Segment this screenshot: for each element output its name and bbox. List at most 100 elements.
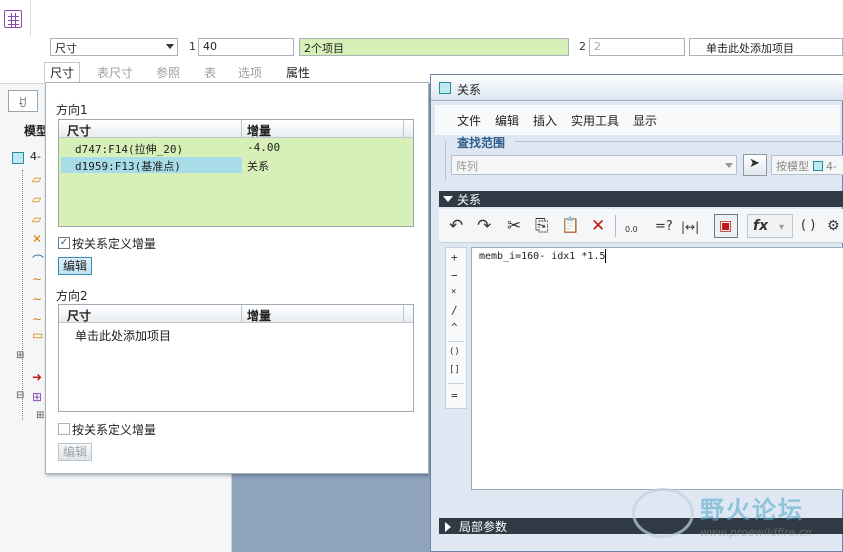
- datum-plane-icon[interactable]: ▱: [32, 212, 41, 226]
- curve-icon[interactable]: ∼: [32, 292, 42, 306]
- table-header: 尺寸 增量: [59, 120, 413, 138]
- part-icon: [812, 161, 823, 171]
- relation-text[interactable]: memb_i=160- idx1 *1.5: [479, 251, 605, 262]
- chevron-down-icon: [166, 44, 174, 49]
- copy-icon[interactable]: ⎘: [535, 216, 549, 236]
- tab-references[interactable]: 参照: [156, 64, 180, 81]
- by-model-select[interactable]: 按模型 4-: [771, 155, 843, 175]
- scope-select[interactable]: 阵列: [451, 155, 737, 175]
- datum-plane-icon[interactable]: ▱: [32, 172, 41, 186]
- brackets-icon[interactable]: ( ): [801, 218, 815, 233]
- menu-edit[interactable]: 编辑: [495, 112, 519, 129]
- dialog-titlebar[interactable]: [431, 75, 843, 101]
- menu-utilities[interactable]: 实用工具: [571, 112, 619, 129]
- group-frame: [445, 141, 446, 181]
- dir2-count-input[interactable]: 2: [589, 38, 685, 56]
- pattern-icon[interactable]: ⊞: [32, 390, 42, 404]
- dir2-relation-checkbox[interactable]: [58, 423, 70, 435]
- csys-icon[interactable]: ✕: [32, 232, 42, 246]
- watermark-url: www.proewildfire.cn: [700, 526, 812, 539]
- paste-icon[interactable]: 📋: [561, 216, 580, 234]
- header-stub: [403, 120, 413, 138]
- direction2-table[interactable]: 尺寸 增量 单击此处添加项目: [58, 304, 414, 412]
- expand-arrow-icon[interactable]: [445, 522, 451, 532]
- curve-icon[interactable]: ∼: [32, 312, 42, 326]
- dir2-relation-label: 按关系定义增量: [72, 423, 157, 437]
- table-row[interactable]: d747:F14(拉伸_20) -4.00: [61, 140, 401, 156]
- chevron-down-icon: [725, 163, 733, 168]
- menu-file[interactable]: 文件: [457, 112, 481, 129]
- column-dimension: 尺寸: [67, 124, 92, 138]
- expand-icon[interactable]: ⊞: [36, 410, 44, 421]
- minus-operator[interactable]: −: [451, 269, 458, 282]
- parameters-icon[interactable]: ⚙: [827, 218, 840, 234]
- tab-dimensions[interactable]: 尺寸: [44, 62, 81, 82]
- dir2-index-label: 2: [579, 40, 586, 53]
- add-item-row[interactable]: 单击此处添加项目: [61, 326, 401, 343]
- expand-icon[interactable]: ⊞: [16, 350, 24, 361]
- divide-operator[interactable]: /: [451, 304, 458, 317]
- pattern-type-select[interactable]: 尺寸: [50, 38, 178, 56]
- group-frame: [515, 141, 843, 142]
- relations-icon: [439, 82, 451, 94]
- parentheses-operator[interactable]: (): [449, 347, 460, 357]
- dimension-value-icon[interactable]: 0.0: [625, 225, 638, 234]
- row-increment: -4.00: [247, 141, 281, 154]
- dir1-index-label: 1: [189, 40, 196, 53]
- dir1-count-input[interactable]: 40: [198, 38, 294, 56]
- relations-section-header[interactable]: [439, 191, 843, 207]
- table-header: 尺寸 增量: [59, 305, 413, 323]
- redo-icon[interactable]: ↷: [477, 216, 491, 236]
- cut-icon[interactable]: ✂: [507, 216, 521, 236]
- extrude-icon[interactable]: ▭: [32, 328, 43, 342]
- dialog-title: 关系: [457, 83, 482, 97]
- collapse-arrow-icon[interactable]: [443, 196, 453, 202]
- tree-root-item[interactable]: 4-: [30, 150, 41, 163]
- pattern-table-icon[interactable]: [4, 10, 22, 28]
- dimensions-panel: 方向1 尺寸 增量 d747:F14(拉伸_20) -4.00 d1959:F1…: [45, 82, 429, 474]
- relations-section-label: 关系: [457, 193, 482, 207]
- direction1-table[interactable]: 尺寸 增量 d747:F14(拉伸_20) -4.00 d1959:F13(基准…: [58, 119, 414, 227]
- lock-icon: ▣: [719, 218, 733, 234]
- relations-editor[interactable]: [471, 247, 843, 490]
- tab-properties[interactable]: 属性: [286, 64, 310, 81]
- tab-table-dimensions[interactable]: 表尺寸: [97, 64, 133, 81]
- tab-options[interactable]: 选项: [238, 64, 262, 81]
- delete-icon[interactable]: ✕: [591, 216, 605, 236]
- row-dimension: d747:F14(拉伸_20): [75, 143, 184, 156]
- column-increment: 增量: [247, 124, 272, 138]
- power-operator[interactable]: ^: [451, 321, 458, 334]
- multiply-operator[interactable]: ×: [451, 287, 456, 297]
- cursor-arrow-icon: ➤: [749, 156, 760, 171]
- dimension-toggle-icon[interactable]: |↔|: [681, 220, 699, 234]
- toolbar-separator: [615, 215, 616, 237]
- insert-here-arrow-icon[interactable]: ➜: [32, 370, 42, 384]
- undo-icon[interactable]: ↶: [449, 216, 463, 236]
- table-row-selected[interactable]: d1959:F13(基准点) 关系: [61, 157, 401, 173]
- search-scope-label: 查找范围: [457, 136, 506, 150]
- datum-point-icon[interactable]: ⌒: [32, 252, 44, 269]
- curve-icon[interactable]: ∼: [32, 272, 42, 286]
- direction1-title: 方向1: [56, 103, 88, 117]
- dir1-relation-checkbox[interactable]: ✓: [58, 237, 70, 249]
- evaluate-icon[interactable]: =?: [655, 219, 673, 234]
- dir2-add-item-field[interactable]: 单击此处添加项目: [689, 38, 843, 56]
- dir2-edit-button[interactable]: 编辑: [58, 443, 93, 461]
- operator-separator: [448, 341, 464, 342]
- dir1-edit-button[interactable]: 编辑: [58, 257, 93, 275]
- datum-plane-icon[interactable]: ▱: [32, 192, 41, 206]
- tab-table[interactable]: 表: [204, 64, 216, 81]
- menu-insert[interactable]: 插入: [533, 112, 557, 129]
- relations-dialog: 关系 文件 编辑 插入 实用工具 显示 查找范围 阵列 ➤ 按模型 4- 关系 …: [430, 74, 843, 552]
- column-dimension: 尺寸: [67, 309, 92, 323]
- menu-display[interactable]: 显示: [633, 112, 657, 129]
- brackets-operator[interactable]: []: [449, 365, 460, 375]
- watermark-title: 野火论坛: [700, 496, 804, 524]
- dir1-relation-label: 按关系定义增量: [72, 237, 157, 251]
- dir1-items-field[interactable]: 2个项目: [299, 38, 569, 56]
- plus-operator[interactable]: +: [451, 251, 458, 264]
- expand-icon[interactable]: ⊟: [16, 390, 24, 401]
- tree-connector: [22, 170, 23, 420]
- equals-operator[interactable]: =: [451, 389, 458, 402]
- dashboard-divider: [30, 0, 31, 36]
